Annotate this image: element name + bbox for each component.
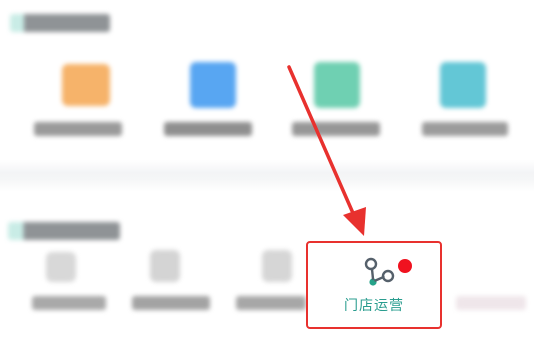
app-label-1 — [34, 122, 122, 136]
app-label-4 — [422, 122, 508, 136]
app-label-2 — [164, 122, 252, 136]
app-label-5 — [32, 296, 106, 310]
blue-app-icon[interactable] — [190, 62, 236, 108]
gray-app-icon-3[interactable] — [262, 250, 292, 282]
app-label-6 — [132, 296, 210, 310]
app-label-3 — [292, 122, 380, 136]
app-label-8 — [456, 296, 526, 310]
store-ops-tile[interactable]: 门店运营 — [306, 241, 442, 329]
branch-nodes-icon — [364, 257, 395, 286]
gray-app-icon-1[interactable] — [46, 252, 76, 282]
app-label-7 — [236, 296, 306, 310]
bottom-section-title — [8, 222, 120, 240]
green-app-icon[interactable] — [314, 62, 360, 108]
orange-folder-icon[interactable] — [62, 64, 110, 106]
store-ops-label: 门店运营 — [344, 298, 404, 314]
section-divider — [0, 160, 534, 192]
top-section-title — [10, 14, 110, 32]
notification-dot — [398, 259, 412, 273]
gray-app-icon-2[interactable] — [150, 250, 180, 282]
teal-app-icon[interactable] — [440, 62, 486, 108]
